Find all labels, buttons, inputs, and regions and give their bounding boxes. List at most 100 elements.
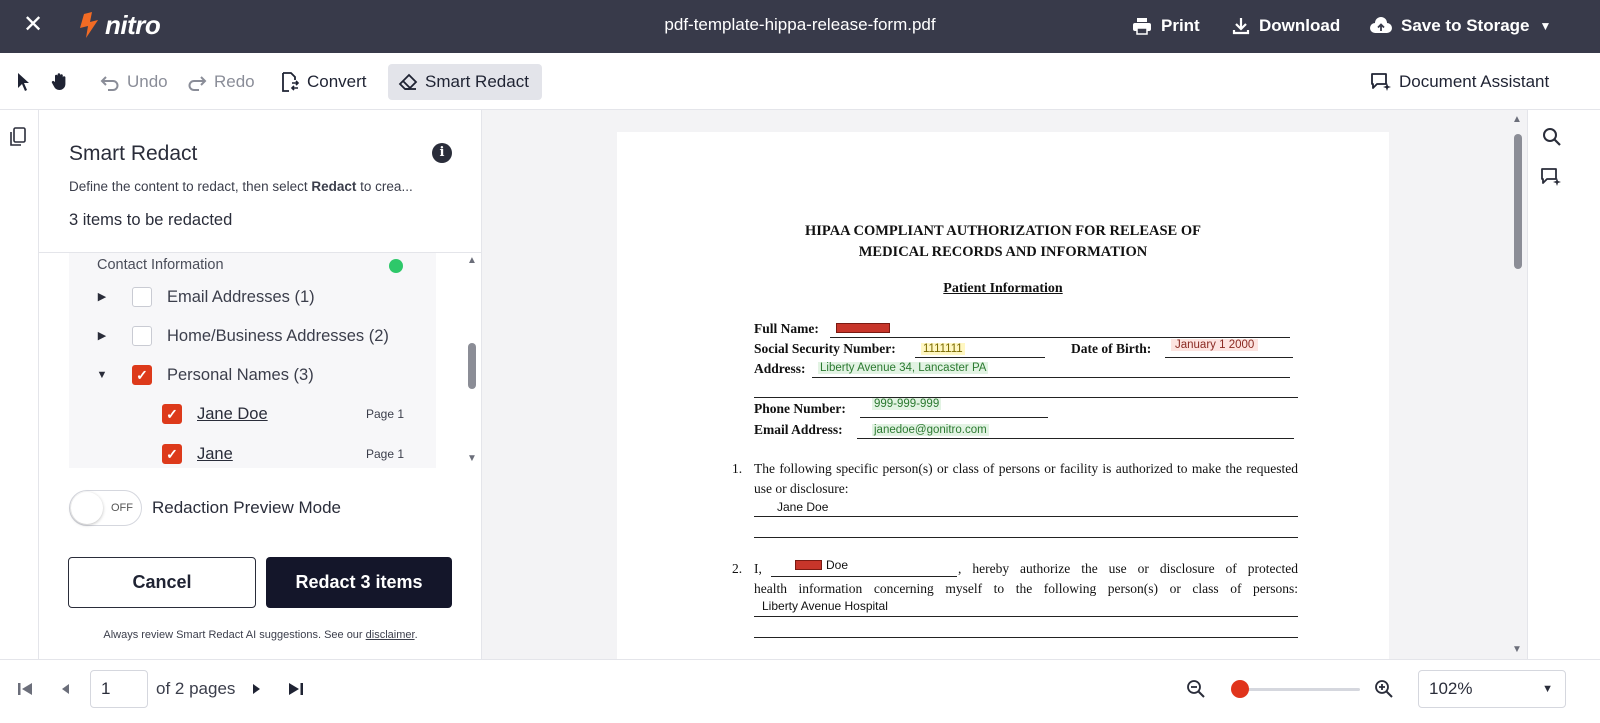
checkbox-names[interactable]: ✓ (132, 365, 152, 385)
category-row-addresses[interactable]: ▶ Home/Business Addresses (2) (69, 321, 436, 351)
smart-redact-panel: Smart Redact i Define the content to red… (39, 110, 492, 659)
field-label: Full Name: (754, 321, 819, 336)
caret-down-icon[interactable]: ▼ (96, 369, 108, 381)
zoom-slider-track[interactable] (1236, 688, 1360, 691)
document-scrollbar[interactable]: ▲ ▼ (1509, 110, 1527, 659)
title-line: MEDICAL RECORDS AND INFORMATION (858, 244, 1148, 260)
download-button[interactable]: Download (1232, 13, 1340, 39)
item-text: health information concerning myself to … (754, 581, 1298, 596)
field-value-ssn: 1111111 (921, 343, 965, 355)
name-item-link[interactable]: Jane Doe (197, 405, 268, 424)
page-number-input[interactable]: 1 (90, 670, 148, 708)
redaction-category-tree: Contact Information ▶ Email Addresses (1… (69, 253, 436, 468)
zoom-slider-thumb[interactable] (1231, 680, 1249, 698)
smart-redact-button[interactable]: Smart Redact (388, 64, 542, 100)
convert-button[interactable]: Convert (270, 64, 377, 100)
field-line (754, 397, 1298, 398)
row-label: Home/Business Addresses (2) (167, 326, 389, 345)
cursor-arrow-icon (18, 73, 29, 91)
preview-mode-label: Redaction Preview Mode (152, 498, 341, 517)
redaction-box[interactable] (836, 323, 890, 333)
item-value: Jane Doe (777, 500, 829, 514)
last-page-icon[interactable] (288, 681, 304, 697)
print-button[interactable]: Print (1132, 13, 1200, 39)
name-item-row[interactable]: ✓ Jane Page 1 (69, 439, 436, 468)
scrollbar-thumb[interactable] (468, 343, 476, 389)
item-value: Doe (826, 558, 849, 572)
save-to-storage-button[interactable]: Save to Storage ▼ (1370, 13, 1551, 39)
category-row-names[interactable]: ▼ ✓ Personal Names (3) (69, 360, 436, 390)
first-page-icon[interactable] (17, 681, 33, 697)
document-assistant-label: Document Assistant (1399, 72, 1550, 91)
field-value-dob: January 1 2000 (1171, 339, 1259, 351)
redo-button[interactable]: Redo (177, 64, 265, 100)
save-to-storage-label: Save to Storage (1401, 16, 1530, 35)
field-label: Date of Birth: (1071, 341, 1152, 356)
smart-redact-label: Smart Redact (425, 72, 529, 91)
scroll-down-icon[interactable]: ▼ (1512, 644, 1522, 655)
zoom-level-select[interactable]: 102% ▼ (1418, 670, 1566, 708)
eraser-icon (398, 73, 418, 90)
field-line (754, 516, 1298, 517)
page-ref: Page 1 (366, 447, 405, 461)
search-icon[interactable] (1542, 127, 1562, 147)
disclaimer-link[interactable]: disclaimer (366, 629, 415, 641)
field-label: Social Security Number: (754, 341, 896, 356)
field-line (857, 438, 1294, 439)
title-line: HIPAA COMPLIANT AUTHORIZATION FOR RELEAS… (805, 223, 1201, 239)
chevron-down-icon: ▼ (1539, 19, 1552, 33)
footnote-text: Always review Smart Redact AI suggestion… (103, 629, 366, 641)
info-icon[interactable]: i (432, 143, 452, 163)
caret-right-icon[interactable]: ▶ (96, 291, 108, 303)
scroll-down-icon[interactable]: ▼ (466, 453, 478, 464)
category-row-email[interactable]: ▶ Email Addresses (1) (69, 282, 436, 312)
zoom-out-icon[interactable] (1186, 679, 1206, 699)
zoom-in-icon[interactable] (1374, 679, 1394, 699)
zoom-value: 102% (1429, 679, 1473, 698)
section-heading: Patient Information (943, 281, 1063, 296)
hand-icon (51, 73, 66, 90)
undo-label: Undo (127, 72, 168, 91)
print-label: Print (1161, 16, 1200, 35)
field-line (754, 637, 1298, 638)
scroll-up-icon[interactable]: ▲ (466, 255, 478, 266)
name-item-link[interactable]: Jane (197, 445, 233, 464)
previous-page-icon[interactable] (60, 683, 70, 695)
row-label: Personal Names (3) (167, 365, 314, 384)
field-line (812, 377, 1290, 378)
pan-tool-button[interactable] (42, 64, 85, 100)
item-number: 2. (732, 561, 743, 576)
checkbox-addresses[interactable] (132, 326, 152, 346)
document-assistant-button[interactable]: Document Assistant (1360, 64, 1559, 100)
next-page-icon[interactable] (252, 683, 262, 695)
right-rail (1527, 110, 1600, 659)
redact-button[interactable]: Redact 3 items (266, 557, 452, 608)
checkbox-name-item[interactable]: ✓ (162, 404, 182, 424)
scrollbar-thumb[interactable] (1514, 134, 1522, 269)
field-line (1165, 357, 1293, 358)
field-line (830, 337, 1290, 338)
pages-thumbnail-icon[interactable] (9, 127, 27, 147)
panel-title: Smart Redact (69, 142, 198, 165)
scroll-up-icon[interactable]: ▲ (1512, 114, 1522, 125)
redaction-box[interactable] (795, 560, 822, 570)
undo-button[interactable]: Undo (90, 64, 178, 100)
field-line (754, 616, 1298, 617)
convert-label: Convert (307, 72, 367, 91)
description-suffix: to crea... (356, 179, 413, 194)
printer-icon (1133, 18, 1151, 35)
item-value: Liberty Avenue Hospital (762, 599, 888, 613)
toggle-knob (71, 492, 103, 524)
top-bar: ✕ nitro pdf-template-hippa-release-form.… (0, 0, 1600, 53)
caret-right-icon[interactable]: ▶ (96, 330, 108, 342)
checkbox-name-item[interactable]: ✓ (162, 444, 182, 464)
field-line (860, 417, 1048, 418)
name-item-row[interactable]: ✓ Jane Doe Page 1 (69, 399, 436, 429)
category-header: Contact Information (97, 257, 224, 273)
field-value-address: Liberty Avenue 34, Lancaster PA (818, 362, 989, 374)
cancel-button[interactable]: Cancel (68, 557, 256, 608)
chat-sparkle-icon[interactable] (1540, 167, 1562, 187)
redaction-preview-toggle[interactable]: OFF (69, 490, 142, 526)
checkbox-email[interactable] (132, 287, 152, 307)
panel-scrollbar[interactable]: ▲ ▼ (466, 253, 478, 468)
